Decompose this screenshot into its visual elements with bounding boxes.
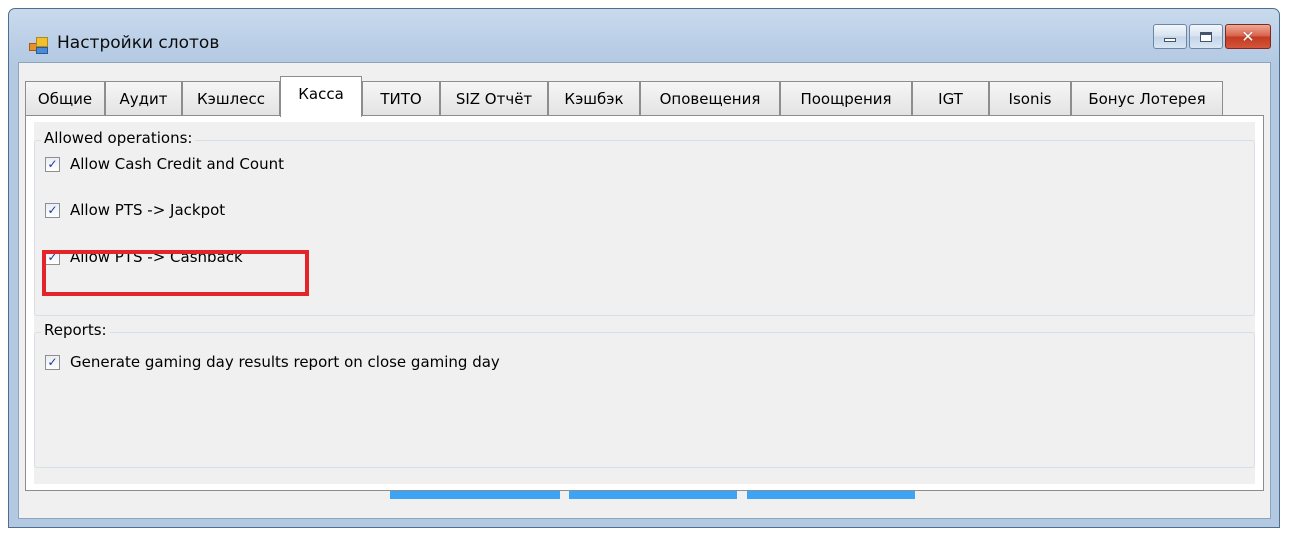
generate-gaming-day-report-checkbox[interactable]: ✓ Generate gaming day results report on … xyxy=(45,353,500,371)
tab-cashback[interactable]: Кэшбэк xyxy=(548,81,640,115)
allow-cash-credit-count-checkbox[interactable]: ✓ Allow Cash Credit and Count xyxy=(45,155,284,173)
allow-pts-jackpot-checkbox[interactable]: ✓ Allow PTS -> Jackpot xyxy=(45,201,225,219)
title-bar[interactable]: Настройки слотов ✕ xyxy=(9,9,1279,61)
checkbox-check-icon[interactable]: ✓ xyxy=(45,156,60,172)
window-title: Настройки слотов xyxy=(57,33,220,53)
tab-audit[interactable]: Аудит xyxy=(105,81,182,115)
tab-notifications[interactable]: Оповещения xyxy=(640,81,780,115)
checkbox-label: Allow Cash Credit and Count xyxy=(70,155,284,173)
tab-igt[interactable]: IGT xyxy=(912,81,989,115)
tab-cashless[interactable]: Кэшлесс xyxy=(182,81,280,115)
tab-bonus-lottery[interactable]: Бонус Лотерея xyxy=(1071,81,1223,115)
reports-group: Reports: ✓ Generate gaming day results r… xyxy=(34,321,1255,468)
tab-general[interactable]: Общие xyxy=(25,81,105,115)
tab-isonis[interactable]: Isonis xyxy=(989,81,1071,115)
tab-cashier[interactable]: Касса xyxy=(280,76,362,117)
minimize-icon xyxy=(1164,37,1176,42)
highlight-box xyxy=(42,250,309,296)
close-button[interactable]: ✕ xyxy=(1225,24,1271,49)
allowed-operations-legend: Allowed operations: xyxy=(41,129,196,147)
minimize-button[interactable] xyxy=(1153,24,1187,49)
maximize-button[interactable] xyxy=(1189,24,1223,49)
checkbox-label: Allow PTS -> Jackpot xyxy=(70,201,226,219)
checkbox-check-icon[interactable]: ✓ xyxy=(45,354,60,370)
tab-rewards[interactable]: Поощрения xyxy=(780,81,912,115)
caption-buttons: ✕ xyxy=(1151,24,1271,50)
tab-panel-cashier: Allowed operations: ✓ Allow Cash Credit … xyxy=(25,115,1264,491)
tab-siz-report[interactable]: SIZ Отчёт xyxy=(440,81,548,115)
tab-tito[interactable]: ТИТО xyxy=(362,81,440,115)
app-icon xyxy=(29,37,48,54)
close-icon: ✕ xyxy=(1241,26,1255,46)
panel-content: Allowed operations: ✓ Allow Cash Credit … xyxy=(34,122,1255,484)
maximize-icon xyxy=(1200,31,1212,42)
reports-legend: Reports: xyxy=(41,321,110,339)
checkbox-check-icon[interactable]: ✓ xyxy=(45,202,60,218)
checkbox-label: Generate gaming day results report on cl… xyxy=(70,353,500,371)
